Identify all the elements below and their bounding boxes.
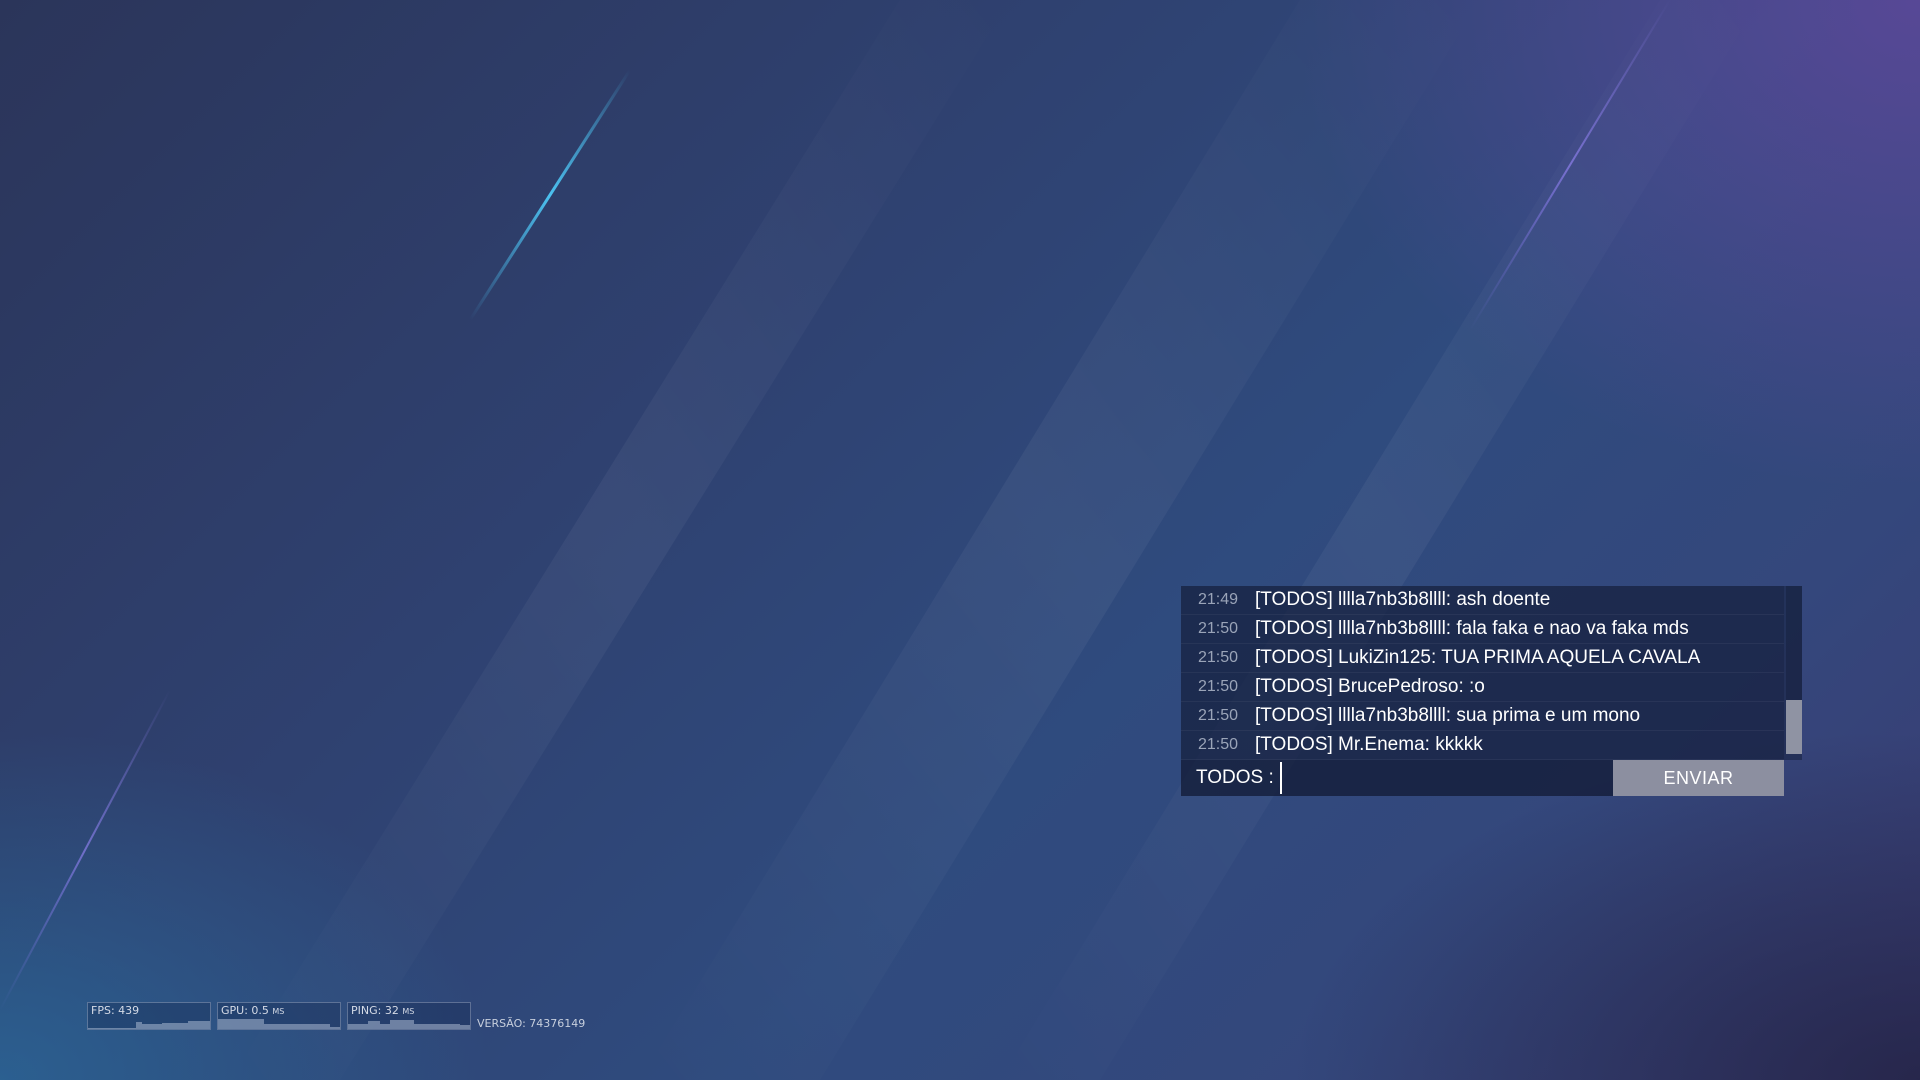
chat-input-row: TODOS : ENVIAR	[1181, 760, 1784, 796]
gpu-label: GPU: 0.5 MS	[221, 1004, 284, 1017]
fps-label: FPS: 439	[91, 1004, 140, 1017]
chat-scrollbar-thumb[interactable]	[1786, 700, 1802, 754]
chat-message: 21:50 [TODOS] BrucePedroso: :o	[1181, 673, 1784, 702]
message-time: 21:50	[1197, 649, 1239, 666]
message-time: 21:50	[1197, 736, 1239, 753]
message-text: [TODOS] lllla7nb3b8llll: ash doente	[1255, 589, 1551, 610]
ping-label: PING: 32 MS	[351, 1004, 414, 1017]
gpu-value: GPU: 0.5	[221, 1004, 269, 1017]
message-time: 21:50	[1197, 707, 1239, 724]
fps-meter: FPS: 439	[87, 1002, 211, 1030]
version-label: VERSÃO: 74376149	[477, 1017, 586, 1030]
chat-message: 21:50 [TODOS] lllla7nb3b8llll: fala faka…	[1181, 615, 1784, 644]
message-time: 21:50	[1197, 620, 1239, 637]
chat-message: 21:49 [TODOS] lllla7nb3b8llll: ash doent…	[1181, 586, 1784, 615]
message-time: 21:50	[1197, 678, 1239, 695]
ping-value: PING: 32	[351, 1004, 399, 1017]
chat-message: 21:50 [TODOS] Mr.Enema: kkkkk	[1181, 731, 1784, 760]
message-text: [TODOS] lllla7nb3b8llll: sua prima e um …	[1255, 705, 1641, 726]
message-text: [TODOS] LukiZin125: TUA PRIMA AQUELA CAV…	[1255, 647, 1701, 668]
chat-channel-label[interactable]: TODOS :	[1181, 767, 1274, 789]
ping-meter: PING: 32 MS	[347, 1002, 471, 1030]
gpu-unit: MS	[272, 1007, 285, 1016]
performance-hud: FPS: 439 GPU: 0.5 MS PING: 32 MS VERSÃO:…	[87, 1002, 585, 1030]
ping-unit: MS	[402, 1007, 415, 1016]
chat-log[interactable]: 21:49 [TODOS] lllla7nb3b8llll: ash doent…	[1181, 586, 1802, 760]
background-streaks	[0, 0, 1760, 1080]
gpu-meter: GPU: 0.5 MS	[217, 1002, 341, 1030]
chat-panel: 21:49 [TODOS] lllla7nb3b8llll: ash doent…	[1181, 586, 1802, 796]
message-text: [TODOS] lllla7nb3b8llll: fala faka e nao…	[1255, 618, 1689, 639]
chat-message: 21:50 [TODOS] LukiZin125: TUA PRIMA AQUE…	[1181, 644, 1784, 673]
send-button[interactable]: ENVIAR	[1613, 760, 1784, 796]
message-time: 21:49	[1197, 591, 1239, 608]
chat-scrollbar[interactable]	[1786, 586, 1802, 754]
chat-message: 21:50 [TODOS] lllla7nb3b8llll: sua prima…	[1181, 702, 1784, 731]
message-text: [TODOS] Mr.Enema: kkkkk	[1255, 734, 1483, 755]
chat-input[interactable]	[1279, 762, 1613, 794]
message-text: [TODOS] BrucePedroso: :o	[1255, 676, 1485, 697]
